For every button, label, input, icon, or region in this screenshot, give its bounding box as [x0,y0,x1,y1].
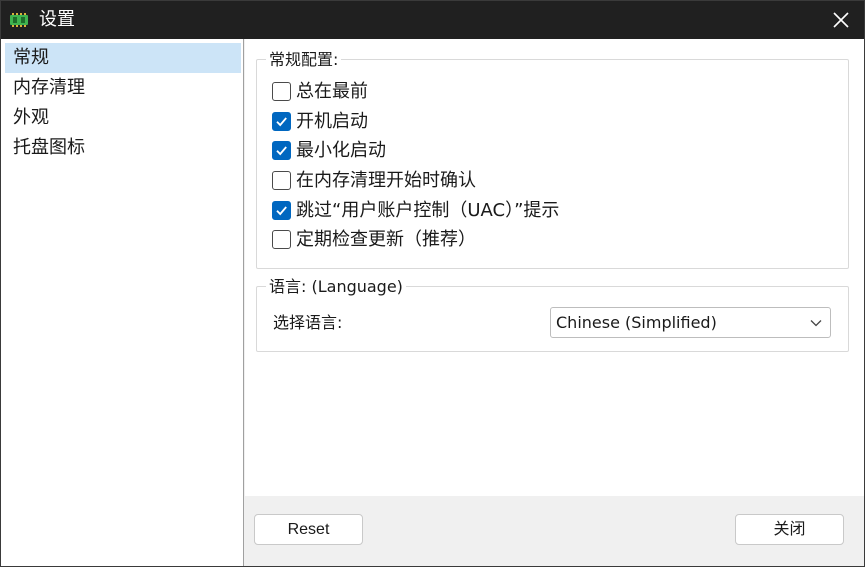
close-icon [833,12,849,28]
option-label: 开机启动 [296,111,368,132]
option-label: 定期检查更新（推荐） [296,229,476,250]
option-label: 跳过“用户账户控制（UAC）”提示 [296,200,560,221]
option-label: 最小化启动 [296,140,386,161]
title-bar[interactable]: 设置 [1,1,864,39]
window-title: 设置 [39,9,75,30]
close-window-button[interactable] [818,1,864,39]
chevron-down-icon [810,320,822,327]
confirm-cleaning-checkbox[interactable] [272,171,291,190]
skip-uac-checkbox[interactable] [272,201,291,220]
language-select-value: Chinese (Simplified) [556,313,717,332]
always-on-top-checkbox[interactable] [272,82,291,101]
sidebar: 常规 内存清理 外观 托盘图标 [1,39,244,566]
checkmark-icon [276,146,287,156]
checkmark-icon [276,206,287,216]
settings-window: 设置 常规 内存清理 外观 托盘图标 常规配置: 总在最前 开机启动 最小化启动… [0,0,865,567]
reset-button[interactable]: Reset [254,514,363,545]
language-select[interactable]: Chinese (Simplified) [550,307,831,338]
sidebar-item-general[interactable]: 常规 [5,43,241,73]
start-on-boot-checkbox[interactable] [272,112,291,131]
option-label: 总在最前 [296,81,368,102]
sidebar-item-memory-clean[interactable]: 内存清理 [5,73,241,103]
memory-chip-icon [10,12,28,27]
close-button[interactable]: 关闭 [735,514,844,545]
start-minimized-checkbox[interactable] [272,141,291,160]
sidebar-item-appearance[interactable]: 外观 [5,103,241,133]
language-select-label: 选择语言: [273,313,343,332]
language-group-title: 语言: (Language) [266,277,406,297]
checkmark-icon [276,117,287,127]
check-updates-checkbox[interactable] [272,230,291,249]
sidebar-item-tray-icon[interactable]: 托盘图标 [5,133,241,163]
option-label: 在内存清理开始时确认 [296,170,476,191]
general-group-title: 常规配置: [266,50,342,70]
